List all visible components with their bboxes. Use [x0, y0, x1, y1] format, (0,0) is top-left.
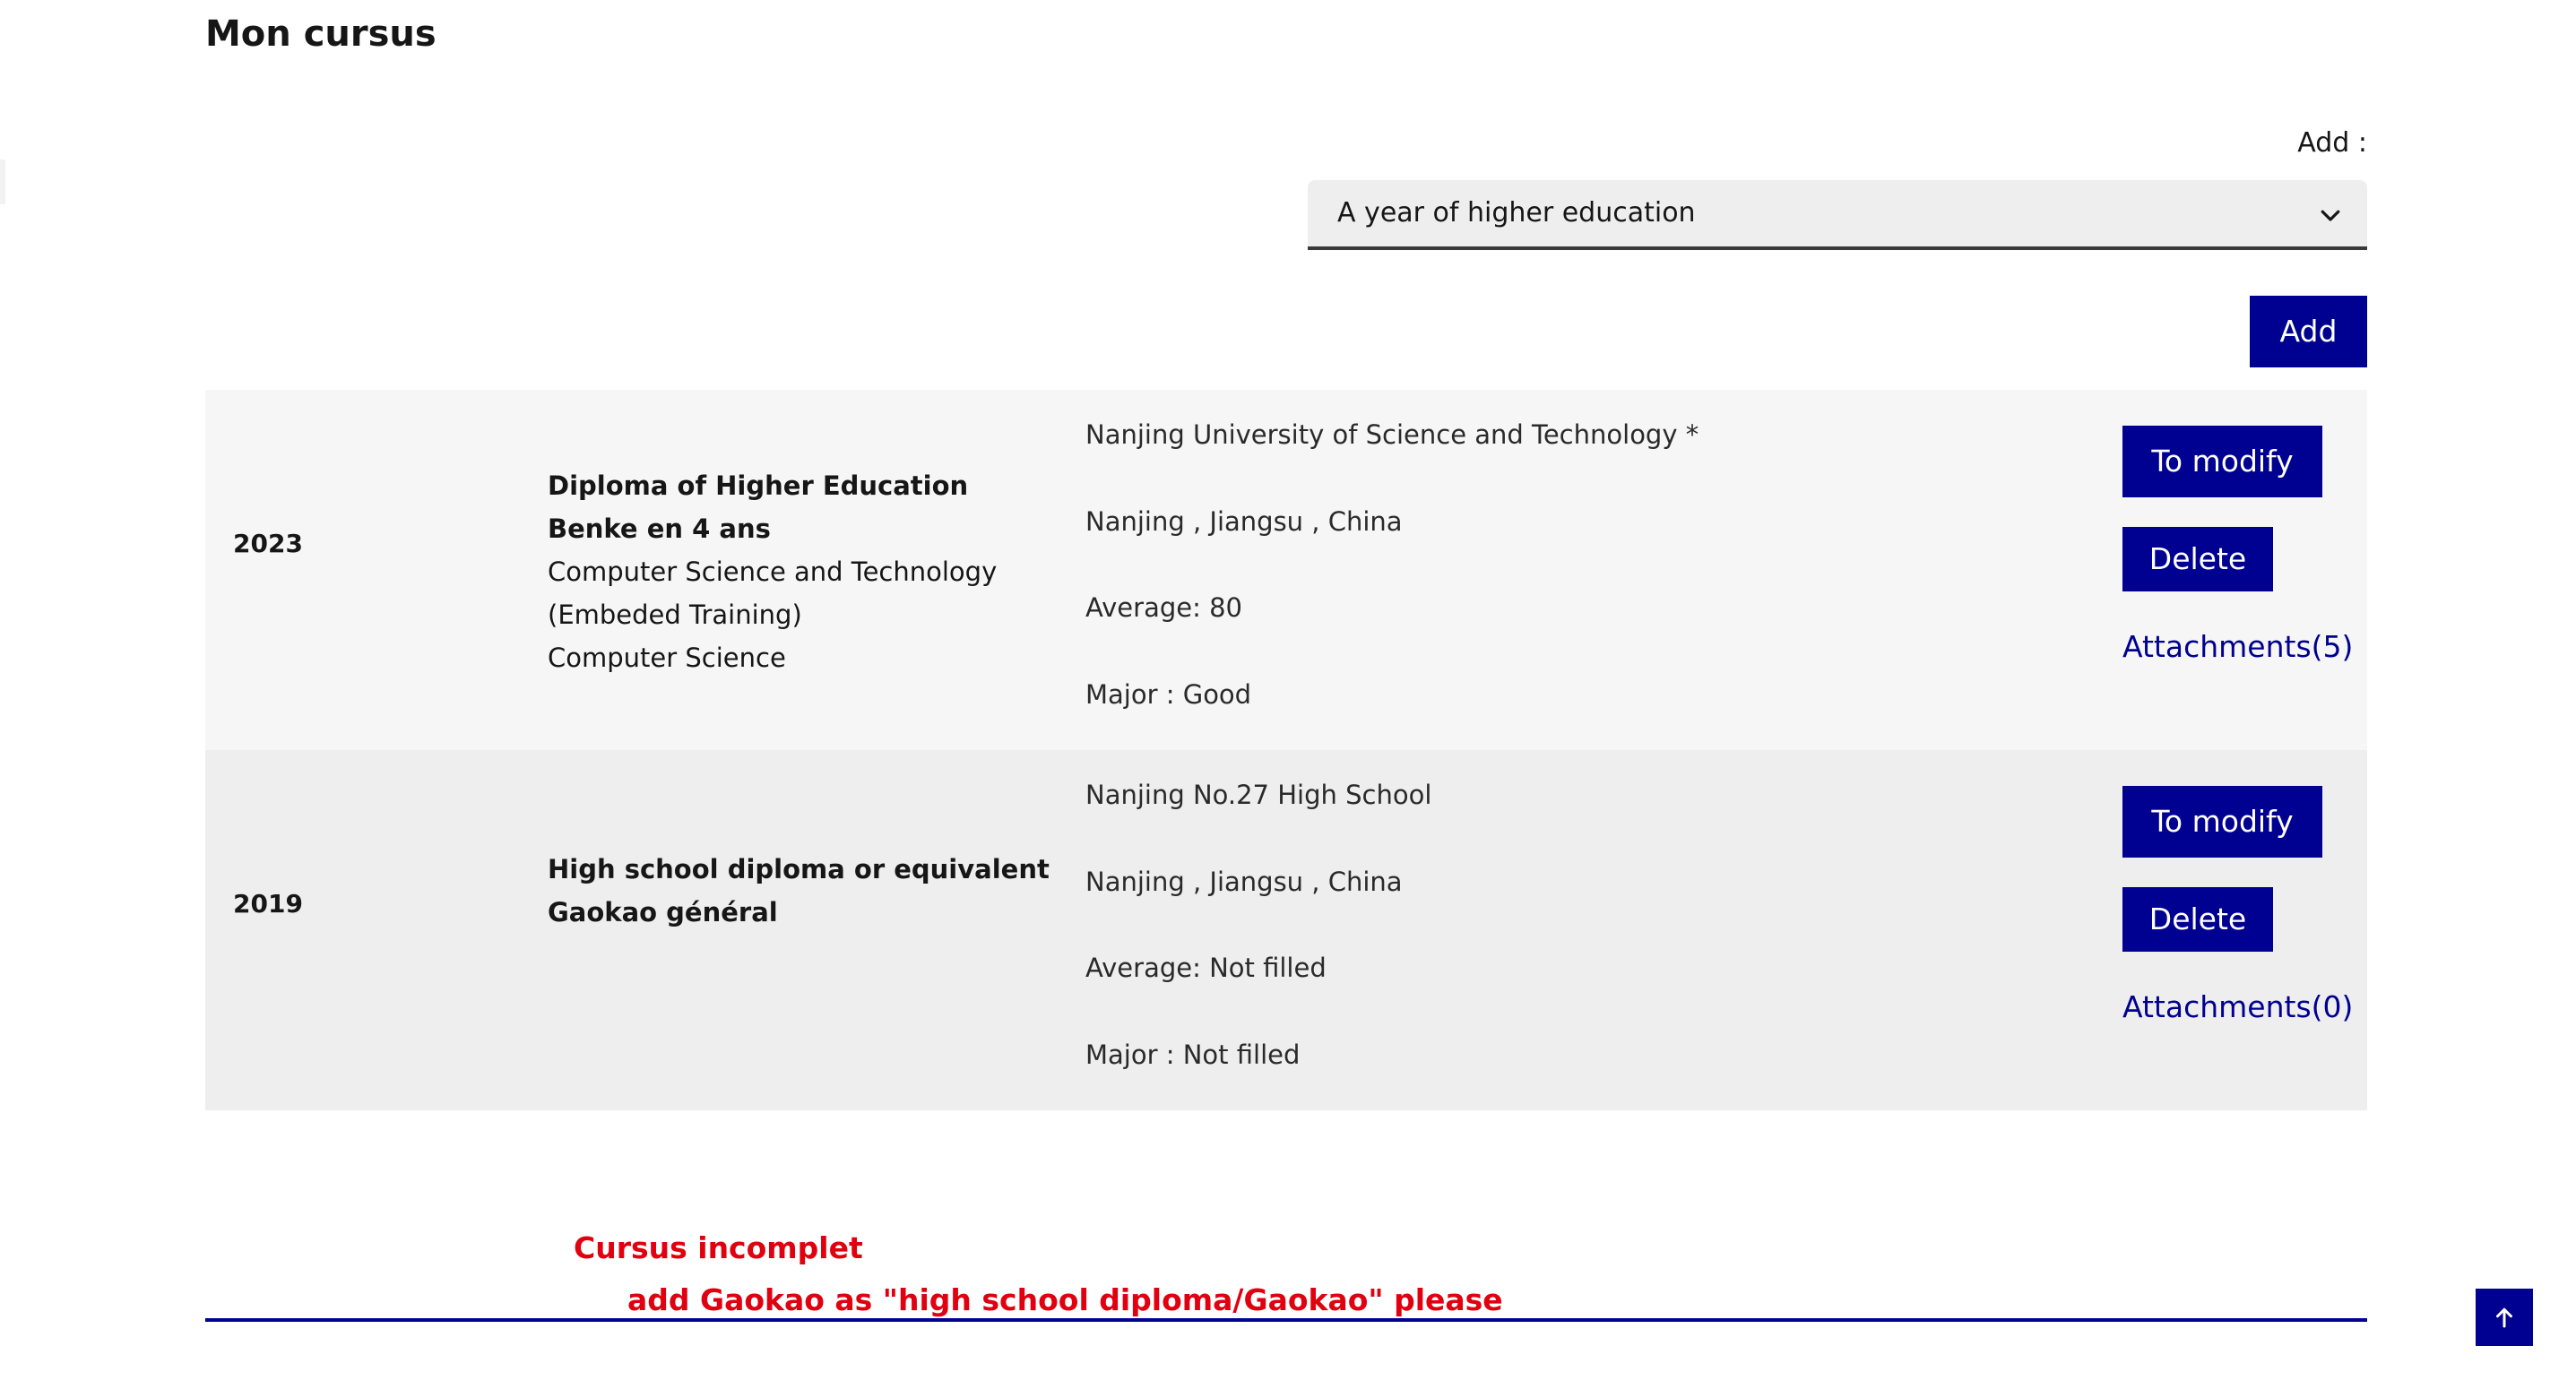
delete-button[interactable]: Delete [2122, 527, 2273, 591]
entry-average: Average: 80 [1085, 592, 1242, 623]
add-type-select-value: A year of higher education [1337, 197, 1696, 229]
diploma-field-detail: (Embeded Training) [548, 600, 802, 630]
diploma-field: Computer Science and Technology [548, 556, 998, 587]
left-edge-tab [0, 160, 5, 204]
entry-institution: Nanjing No.27 High School [1085, 780, 1432, 810]
entry-average: Average: Not filled [1085, 953, 1327, 983]
add-label: Add : [2297, 127, 2367, 159]
diploma-subtitle: Benke en 4 ans [548, 513, 771, 544]
entry-diploma: Diploma of Higher Education Benke en 4 a… [548, 464, 997, 679]
cursus-entry-2019: 2019 High school diploma or equivalent G… [205, 750, 2367, 1110]
entry-location: Nanjing , Jiangsu , China [1085, 505, 1403, 537]
cursus-entry-2023: 2023 Diploma of Higher Education Benke e… [205, 390, 2367, 750]
entry-location: Nanjing , Jiangsu , China [1085, 866, 1403, 897]
diploma-title: High school diploma or equivalent [548, 854, 1050, 884]
entry-diploma: High school diploma or equivalent Gaokao… [548, 848, 1050, 934]
entry-year: 2019 [233, 889, 303, 919]
chevron-down-icon [2321, 210, 2340, 221]
add-button[interactable]: Add [2250, 296, 2367, 367]
scroll-to-top-button[interactable] [2476, 1289, 2533, 1346]
modify-button[interactable]: To modify [2122, 786, 2322, 858]
incomplete-warning-title: Cursus incomplet [574, 1230, 863, 1265]
entry-year: 2023 [233, 529, 303, 558]
diploma-title: Diploma of Higher Education [548, 470, 969, 501]
modify-button[interactable]: To modify [2122, 426, 2322, 497]
entry-info: Nanjing University of Science and Techno… [1085, 417, 1699, 763]
entry-institution: Nanjing University of Science and Techno… [1085, 419, 1699, 450]
section-divider [205, 1318, 2367, 1322]
attachments-link[interactable]: Attachments(5) [2122, 627, 2353, 667]
delete-button[interactable]: Delete [2122, 887, 2273, 952]
attachments-link[interactable]: Attachments(0) [2122, 988, 2353, 1027]
diploma-subtitle: Gaokao général [548, 897, 778, 927]
diploma-specialty: Computer Science [548, 643, 786, 673]
incomplete-warning-message: add Gaokao as "high school diploma/Gaoka… [627, 1282, 1503, 1317]
arrow-up-icon [2496, 1307, 2512, 1328]
page-title: Mon cursus [205, 13, 437, 55]
add-type-select[interactable]: A year of higher education [1308, 180, 2367, 250]
entry-major: Major : Not filled [1085, 1039, 1301, 1070]
entry-info: Nanjing No.27 High School Nanjing , Jian… [1085, 777, 1431, 1123]
